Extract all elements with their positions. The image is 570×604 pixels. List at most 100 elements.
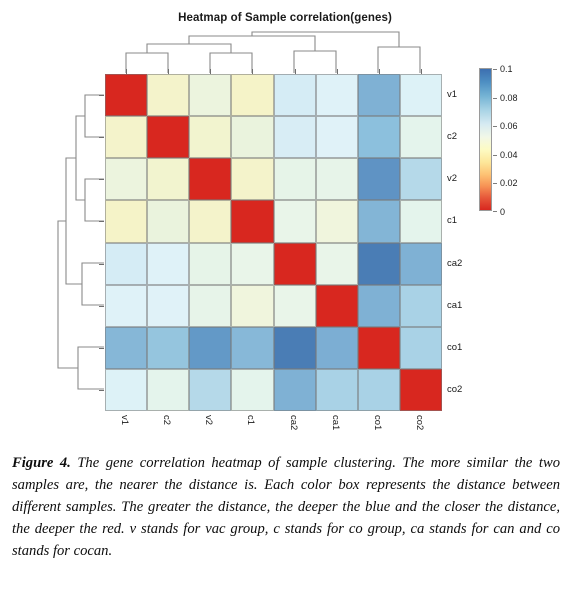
- column-dendrogram: [125, 31, 421, 73]
- heatmap-cell: [231, 242, 274, 285]
- heatmap-cell: [231, 116, 274, 159]
- column-tick: [378, 69, 380, 74]
- row-label-v2: v2: [447, 173, 458, 185]
- row-tick: [99, 347, 104, 349]
- heatmap-grid: [105, 74, 442, 411]
- colorbar-tick-label: 0.08: [500, 92, 518, 103]
- heatmap-cell: [189, 200, 232, 243]
- row-label-ca1: ca1: [447, 299, 463, 311]
- figure-caption: Figure 4. The gene correlation heatmap o…: [12, 452, 560, 562]
- heatmap-cell: [399, 284, 442, 327]
- heatmap-cell: [147, 242, 190, 285]
- heatmap-cell: [357, 368, 400, 411]
- heatmap-cell: [231, 200, 274, 243]
- heatmap-cell: [357, 116, 400, 159]
- heatmap-cell: [147, 116, 190, 159]
- column-tick: [420, 69, 422, 74]
- row-tick: [99, 389, 104, 391]
- heatmap-cell: [273, 368, 316, 411]
- row-dendrogram: [57, 94, 104, 390]
- heatmap-cell: [231, 158, 274, 201]
- column-tick: [168, 69, 170, 74]
- colorbar-tick-label: 0.04: [500, 149, 518, 160]
- heatmap-cell: [273, 158, 316, 201]
- chart-title: Heatmap of Sample correlation(genes): [178, 12, 392, 24]
- heatmap-cell: [315, 74, 358, 117]
- colorbar-tick: [493, 211, 497, 212]
- column-tick: [294, 69, 296, 74]
- heatmap-cell: [357, 326, 400, 369]
- heatmap-cell: [189, 284, 232, 327]
- row-label-v1: v1: [447, 89, 458, 100]
- heatmap-cell: [147, 158, 190, 201]
- colorbar-tick-label: 0.1: [500, 64, 513, 74]
- heatmap-cell: [147, 74, 190, 117]
- row-tick: [99, 263, 104, 265]
- colorbar-tick: [493, 97, 497, 99]
- heatmap-cell: [189, 116, 232, 159]
- heatmap-cell: [315, 158, 358, 201]
- heatmap-cell: [105, 326, 148, 369]
- row-label-c2: c2: [447, 131, 458, 143]
- column-label-v1: v1: [119, 415, 131, 426]
- heatmap-cell: [315, 200, 358, 243]
- row-label-ca2: ca2: [447, 257, 463, 269]
- column-label-co1: co1: [371, 415, 383, 431]
- caption-label: Figure 4.: [12, 455, 71, 471]
- column-tick: [126, 69, 128, 74]
- heatmap-cell: [399, 74, 442, 117]
- heatmap-cell: [315, 116, 358, 159]
- heatmap-cell: [147, 368, 190, 411]
- row-tick: [99, 95, 104, 97]
- column-tick: [336, 69, 338, 74]
- row-label-c1: c1: [447, 215, 458, 227]
- heatmap-cell: [231, 368, 274, 411]
- heatmap-cell: [105, 368, 148, 411]
- heatmap-cell: [315, 284, 358, 327]
- heatmap-cell: [273, 200, 316, 243]
- row-tick: [99, 137, 104, 139]
- row-tick: [99, 221, 104, 223]
- heatmap-cell: [147, 284, 190, 327]
- heatmap-cell: [231, 326, 274, 369]
- heatmap-cell: [273, 284, 316, 327]
- heatmap-cell: [399, 368, 442, 411]
- heatmap-cell: [399, 242, 442, 285]
- heatmap-cell: [189, 74, 232, 117]
- heatmap-cell: [273, 74, 316, 117]
- heatmap-cell: [273, 326, 316, 369]
- heatmap-cell: [357, 158, 400, 201]
- heatmap-cell: [105, 74, 148, 117]
- colorbar-tick-label: 0: [500, 207, 506, 217]
- heatmap-cell: [399, 326, 442, 369]
- row-tick: [99, 305, 104, 307]
- heatmap-cell: [399, 116, 442, 159]
- colorbar-gradient: 0.1 0.08 0.06 0.04 0.02 0: [479, 64, 518, 217]
- heatmap-cell: [105, 200, 148, 243]
- column-label-v2: v2: [203, 415, 215, 426]
- heatmap-cell: [189, 326, 232, 369]
- heatmap-cell: [105, 158, 148, 201]
- heatmap-cell: [189, 158, 232, 201]
- column-label-ca2: ca2: [287, 415, 299, 431]
- colorbar-tick: [493, 126, 497, 128]
- heatmap-cell: [105, 284, 148, 327]
- heatmap-cell: [105, 116, 148, 159]
- figure-panel: Heatmap of Sample correlation(genes) 0.1…: [0, 0, 570, 440]
- heatmap-cell: [147, 200, 190, 243]
- heatmap-cell: [273, 242, 316, 285]
- colorbar-tick-label: 0.06: [500, 121, 518, 132]
- colorbar-tick: [493, 69, 497, 70]
- heatmap-cell: [147, 326, 190, 369]
- column-label-c1: c1: [245, 415, 257, 426]
- heatmap-cell: [105, 242, 148, 285]
- heatmap-cell: [189, 242, 232, 285]
- heatmap-cell: [315, 242, 358, 285]
- heatmap-cell: [231, 284, 274, 327]
- row-label-co2: co2: [447, 383, 463, 395]
- heatmap-cell: [315, 326, 358, 369]
- heatmap-cell: [399, 200, 442, 243]
- row-tick: [99, 179, 104, 181]
- heatmap-cell: [357, 74, 400, 117]
- colorbar-tick: [493, 183, 497, 185]
